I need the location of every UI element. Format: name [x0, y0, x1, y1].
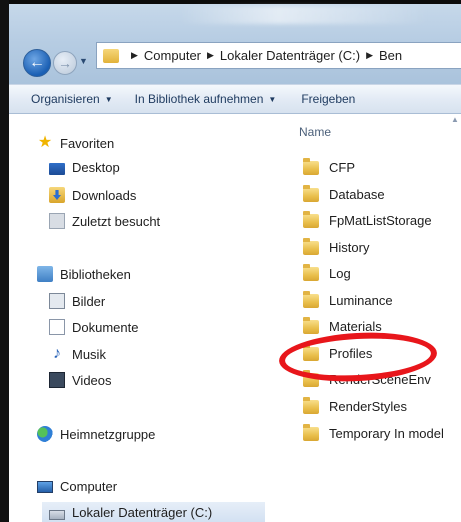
back-arrow-icon: ←	[29, 54, 45, 71]
file-name: RenderStyles	[329, 399, 408, 414]
folder-icon	[303, 369, 319, 387]
videos-icon	[49, 372, 65, 388]
nav-recent[interactable]: Zuletzt besucht	[49, 213, 160, 229]
folder-icon	[303, 184, 319, 202]
documents-icon	[49, 319, 65, 335]
nav-favorites[interactable]: ★ Favoriten	[37, 135, 114, 151]
downloads-icon	[49, 187, 65, 203]
navigation-pane: ★ Favoriten Desktop Downloads Zuletzt be…	[9, 114, 272, 522]
chevron-right-icon[interactable]: ▶	[207, 50, 214, 61]
window-left-border	[0, 0, 9, 522]
forward-arrow-icon: →	[58, 55, 72, 71]
organize-button[interactable]: Organisieren ▼	[31, 92, 113, 106]
column-header-name[interactable]: Name	[299, 125, 331, 139]
nav-desktop[interactable]: Desktop	[49, 160, 120, 175]
folder-icon	[303, 396, 319, 414]
history-dropdown-icon[interactable]: ▼	[79, 56, 88, 66]
folder-icon	[303, 316, 319, 334]
folder-icon	[303, 210, 319, 228]
file-name: Materials	[329, 319, 382, 334]
command-bar: Organisieren ▼ In Bibliothek aufnehmen ▼…	[9, 84, 461, 114]
nav-documents[interactable]: Dokumente	[49, 319, 138, 335]
nav-pictures-label: Bilder	[72, 293, 106, 309]
computer-icon	[37, 481, 53, 493]
list-item[interactable]: History	[303, 237, 370, 255]
nav-libraries[interactable]: Bibliotheken	[37, 266, 131, 282]
desktop-icon	[49, 162, 65, 175]
folder-icon	[303, 290, 319, 308]
title-blur	[179, 6, 429, 24]
breadcrumb-computer[interactable]: Computer	[144, 48, 201, 63]
nav-videos[interactable]: Videos	[49, 372, 112, 388]
libraries-icon	[37, 266, 53, 282]
nav-homegroup-label: Heimnetzgruppe	[60, 426, 156, 442]
list-item[interactable]: CFP	[303, 157, 355, 175]
file-name: Temporary In model	[329, 426, 444, 441]
file-name: History	[329, 240, 370, 255]
file-name: Database	[329, 187, 385, 202]
file-name: Luminance	[329, 293, 393, 308]
folder-icon	[303, 157, 319, 175]
folder-icon	[103, 48, 119, 63]
file-name: CFP	[329, 160, 355, 175]
nav-downloads[interactable]: Downloads	[49, 187, 136, 203]
nav-desktop-label: Desktop	[72, 160, 120, 175]
nav-recent-label: Zuletzt besucht	[72, 213, 161, 229]
breadcrumb-local-disk[interactable]: Lokaler Datenträger (C:)	[220, 48, 360, 63]
chevron-right-icon[interactable]: ▶	[366, 50, 373, 61]
address-bar[interactable]: ▶ Computer ▶ Lokaler Datenträger (C:) ▶ …	[96, 42, 461, 69]
nav-documents-label: Dokumente	[72, 319, 139, 335]
file-name: Log	[329, 266, 351, 281]
folder-icon	[303, 263, 319, 281]
file-name: FpMatListStorage	[329, 213, 432, 228]
include-in-library-button[interactable]: In Bibliothek aufnehmen ▼	[135, 92, 277, 106]
list-item[interactable]: Materials	[303, 316, 382, 334]
forward-button[interactable]: →	[53, 51, 77, 75]
list-item[interactable]: FpMatListStorage	[303, 210, 432, 228]
file-name: Profiles	[329, 346, 373, 361]
nav-favorites-label: Favoriten	[60, 135, 115, 151]
nav-videos-label: Videos	[72, 372, 112, 388]
list-item-highlighted[interactable]: Profiles	[303, 343, 373, 361]
music-note-icon: ♪	[53, 345, 61, 362]
chevron-down-icon: ▼	[268, 94, 277, 104]
organize-label: Organisieren	[31, 92, 100, 106]
file-list-pane: ▲ Name CFP Database FpMatListStorage His…	[272, 114, 461, 522]
nav-music-label: Musik	[72, 346, 106, 362]
sort-arrow-icon: ▲	[451, 115, 459, 124]
list-item[interactable]: Log	[303, 263, 351, 281]
file-name: RenderSceneEnv	[329, 372, 431, 387]
back-button[interactable]: ←	[23, 49, 51, 77]
nav-homegroup[interactable]: Heimnetzgruppe	[37, 426, 155, 442]
nav-libraries-label: Bibliotheken	[60, 266, 131, 282]
list-item[interactable]: Luminance	[303, 290, 393, 308]
nav-computer-label: Computer	[60, 479, 118, 494]
breadcrumb-current[interactable]: Ben	[379, 48, 402, 63]
folder-icon	[303, 343, 319, 361]
drive-icon	[49, 509, 65, 520]
nav-downloads-label: Downloads	[72, 187, 137, 203]
include-in-library-label: In Bibliothek aufnehmen	[134, 92, 264, 106]
list-item[interactable]: RenderSceneEnv	[303, 369, 431, 387]
list-item[interactable]: Database	[303, 184, 385, 202]
chevron-right-icon[interactable]: ▶	[131, 50, 138, 61]
list-item[interactable]: Temporary In model	[303, 423, 444, 441]
chevron-down-icon: ▼	[104, 94, 113, 104]
homegroup-icon	[37, 426, 53, 442]
nav-pictures[interactable]: Bilder	[49, 293, 105, 309]
pictures-icon	[49, 293, 65, 309]
list-item[interactable]: RenderStyles	[303, 396, 408, 414]
share-label: Freigeben	[301, 92, 356, 106]
star-icon: ★	[37, 134, 53, 151]
nav-local-disk[interactable]: Lokaler Datenträger (C:)	[42, 502, 265, 522]
nav-computer[interactable]: Computer	[37, 479, 117, 494]
folder-icon	[303, 237, 319, 255]
nav-music[interactable]: ♪ Musik	[49, 346, 106, 362]
folder-icon	[303, 423, 319, 441]
share-button[interactable]: Freigeben	[301, 92, 355, 106]
nav-local-disk-label: Lokaler Datenträger (C:)	[72, 504, 213, 520]
recent-places-icon	[49, 213, 65, 229]
